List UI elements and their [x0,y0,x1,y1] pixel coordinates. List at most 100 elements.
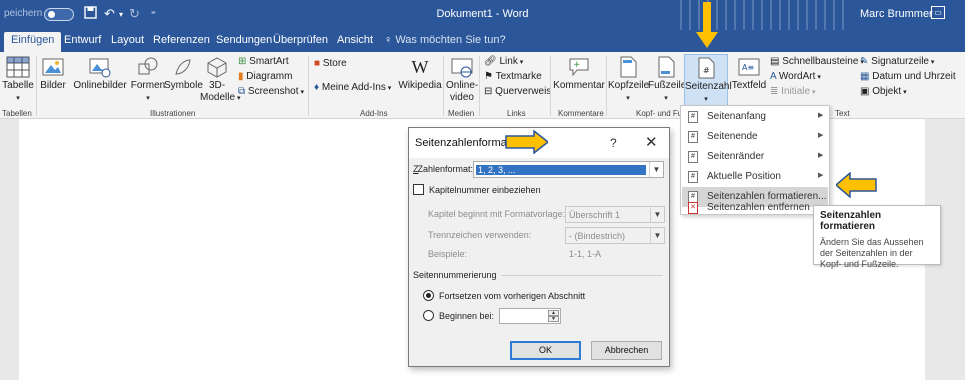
bookmark-button[interactable]: ⚑ Textmarke [484,71,542,83]
tab-referenzen[interactable]: Referenzen [153,34,210,46]
icons-icon [175,59,191,75]
object-label: Objekt [872,86,902,97]
signature-icon: ✎ [860,56,869,67]
footer-button[interactable]: Fußzeile ▾ [648,56,686,105]
group-separator [550,56,551,116]
shapes-button[interactable]: Formen ▾ [130,56,166,105]
online-picture-icon [89,58,111,78]
quick-parts-button[interactable]: ▤ Schnellbausteine ▾ [770,56,864,69]
help-button[interactable]: ? [610,136,617,150]
online-pictures-label: Onlinebilder [73,80,127,91]
submenu-arrow-icon: ▶ [818,112,824,119]
menu-item-label: Seitenende [707,131,758,142]
shapes-icon [138,57,158,75]
tooltip: Seitenzahlen formatieren Ändern Sie das … [813,205,941,269]
separator-select[interactable]: - (Bindestrich) ▼ [565,227,665,244]
close-button[interactable]: ✕ [645,133,658,151]
user-name[interactable]: Marc Brummer [860,8,933,20]
menu-item-seitenzahlen-entfernen[interactable]: ✕ Seitenzahlen entfernen [682,202,828,215]
menu-item-seitenraender[interactable]: # Seitenränder ▶ [682,147,828,167]
comment-button[interactable]: + Kommentar [553,56,605,92]
3d-models-label-line1: 3D- [208,80,226,91]
table-button[interactable]: Tabelle ▾ [2,56,34,105]
svg-text:#: # [703,66,710,75]
separator-label: Trennzeichen verwenden: [428,230,532,240]
shapes-label: Formen [130,80,166,91]
menu-item-seitenende[interactable]: # Seitenende ▶ [682,127,828,147]
wordart-label: WordArt [778,71,816,82]
date-time-button[interactable]: ▦ Datum und Uhrzeit [860,71,956,83]
wordart-button[interactable]: A WordArt ▾ [770,71,821,84]
chevron-down-icon: ▼ [650,228,664,243]
include-chapter-label: Kapitelnummer einbeziehen [429,185,541,195]
header-button[interactable]: Kopfzeile ▾ [608,56,649,105]
page-top-icon: # [688,111,698,123]
smartart-button[interactable]: ⊞ SmartArt [238,56,289,68]
link-button[interactable]: 🔗︎ Link ▾ [484,56,523,69]
cancel-button[interactable]: Abbrechen [591,341,662,360]
page-number-button[interactable]: # Seitenzahl ▾ [684,54,732,106]
menu-item-seitenanfang[interactable]: # Seitenanfang ▶ [682,107,828,127]
icons-button[interactable]: Symbole [164,56,203,92]
my-addins-button[interactable]: ♦ Meine Add-Ins ▾ [314,82,391,95]
object-icon: ▣ [860,86,870,97]
page-number-format-dialog: Seitenzahlenformat ? ✕ ZZahlenformat: 1,… [408,127,670,367]
tab-layout[interactable]: Layout [111,34,144,46]
cross-reference-button[interactable]: ⊟ Querverweis [484,86,551,98]
textbox-icon: A≡ [738,58,760,76]
tab-ueberpruefen[interactable]: Überprüfen [273,34,328,46]
remove-page-numbers-icon: ✕ [688,202,698,214]
chart-button[interactable]: ▮ Diagramm [238,71,292,83]
group-label-addins: Add-Ins [360,109,388,118]
page-numbering-section-label: Seitennummerierung [413,270,501,280]
chapter-style-label: Kapitel beginnt mit Formatvorlage: [428,209,566,219]
tab-einfuegen[interactable]: Einfügen [4,32,62,52]
object-button[interactable]: ▣ Objekt ▾ [860,86,907,99]
tab-ansicht[interactable]: Ansicht [337,34,373,46]
start-at-spinner[interactable]: ▲ ▼ [499,308,561,324]
include-chapter-checkbox[interactable] [413,184,424,195]
textbox-label: Textfeld [731,80,767,91]
tab-sendungen[interactable]: Sendungen [216,34,272,46]
group-separator [36,56,37,116]
quick-parts-icon: ▤ [770,56,780,67]
wordart-icon: A [770,71,777,82]
menu-item-aktuelle-position[interactable]: # Aktuelle Position ▶ [682,167,828,187]
ok-button[interactable]: OK [510,341,581,360]
3d-models-button[interactable]: 3D- Modelle ▾ [200,56,241,105]
number-format-select[interactable]: 1, 2, 3, ... ▼ [473,161,664,178]
continue-numbering-label: Fortsetzen vom vorherigen Abschnitt [439,291,586,301]
examples-value: 1-1, 1-A [569,249,602,259]
ribbon-display-options-icon[interactable]: ▭ [931,6,945,19]
wikipedia-button[interactable]: W Wikipedia [397,56,443,92]
spin-down-icon[interactable]: ▼ [548,316,559,322]
tab-entwurf[interactable]: Entwurf [64,34,101,46]
start-at-radio[interactable] [423,310,434,321]
header-icon [620,56,637,78]
tell-me-search[interactable]: ♀ Was möchten Sie tun? [384,34,506,46]
pictures-button[interactable]: Bilder [38,56,68,92]
title-bar: peichern ↶ ▾ ↻ ⁼ Dokument1 - Word Marc B… [0,0,965,30]
document-title: Dokument1 - Word [436,8,529,20]
picture-icon [42,58,64,76]
drop-cap-button[interactable]: ≣ Initiale ▾ [770,86,816,99]
tell-me-text: Was möchten Sie tun? [395,34,506,46]
submenu-arrow-icon: ▶ [818,132,824,139]
chapter-style-select[interactable]: Überschrift 1 ▼ [565,206,665,223]
textbox-button[interactable]: A≡ Textfeld [731,56,767,92]
chapter-style-value: Überschrift 1 [569,210,621,220]
wikipedia-icon: W [411,57,429,77]
chart-label: Diagramm [246,71,293,82]
group-label-kommentare: Kommentare [558,109,604,118]
screenshot-button[interactable]: ⧉ Screenshot ▾ [238,86,304,99]
svg-text:+: + [573,60,581,70]
online-pictures-button[interactable]: Onlinebilder [70,56,130,92]
online-video-button[interactable]: Online- video [446,56,478,104]
left-arrow-highlight-icon [836,172,877,198]
continue-numbering-radio[interactable] [423,290,434,301]
icons-label: Symbole [164,80,203,91]
signature-line-button[interactable]: ✎ Signaturzeile ▾ [860,56,934,69]
bar-chart-icon: ▮ [238,71,244,82]
store-button[interactable]: ■ Store [314,58,347,70]
group-label-tabellen: Tabellen [2,109,32,118]
